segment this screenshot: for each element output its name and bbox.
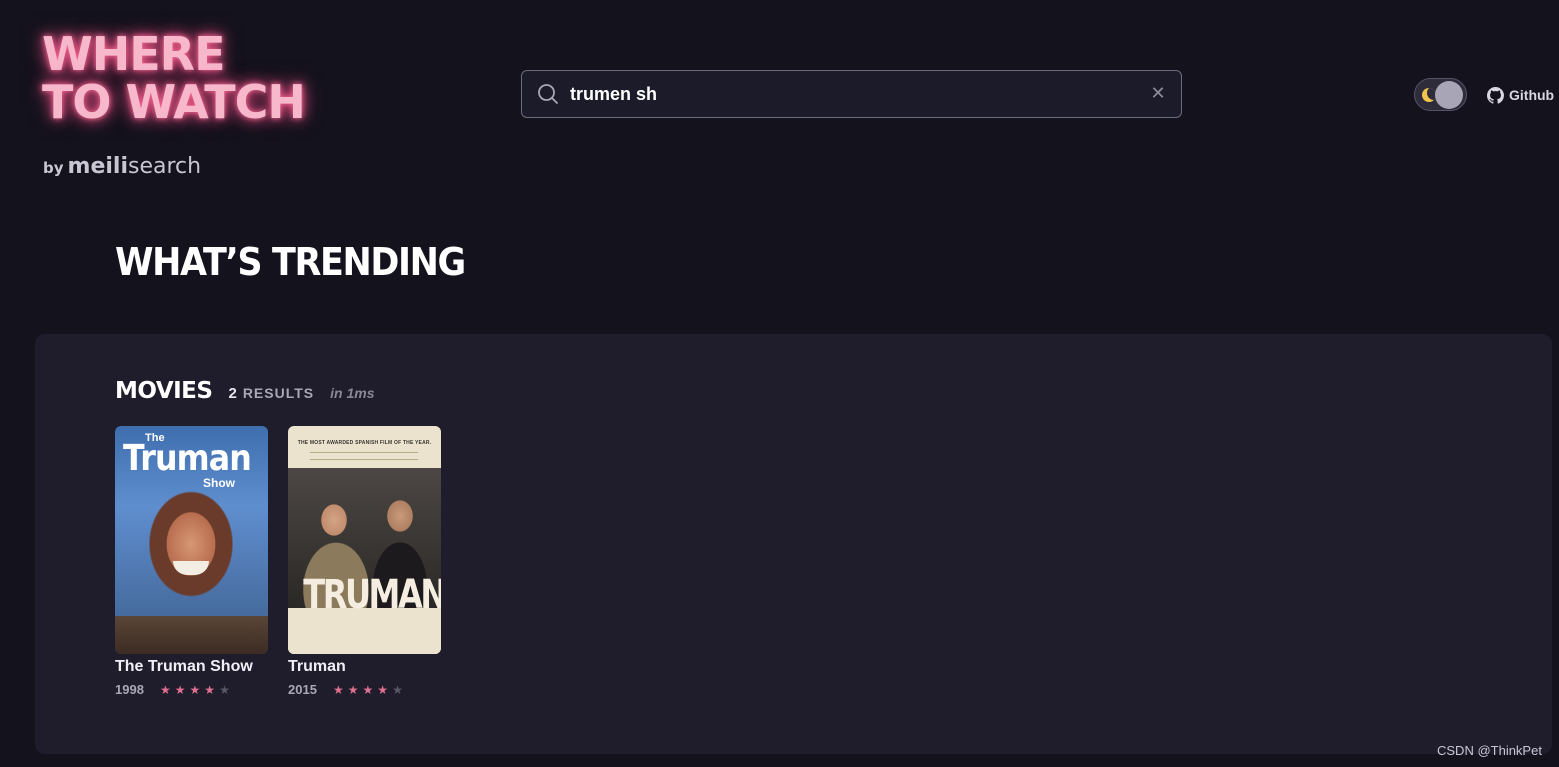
star-icon: ★: [377, 682, 389, 697]
star-icon: ★: [160, 682, 171, 697]
page-title: WHAT’S TRENDING: [115, 240, 466, 284]
search-box[interactable]: ✕: [521, 70, 1182, 118]
poster-detail: [310, 452, 418, 460]
poster-text-sub: Show: [203, 476, 235, 490]
logo-line-1: WHERE: [42, 27, 226, 81]
github-label: Github: [1509, 87, 1555, 103]
github-icon: [1487, 86, 1504, 104]
movie-list: The Truman Show The Truman Show 1998 ★ ★ ★…: [115, 426, 441, 697]
byline-brand-light: search: [127, 154, 202, 179]
moon-icon: [1422, 88, 1436, 102]
star-icon: ★: [347, 682, 359, 697]
movie-poster[interactable]: The Truman Show: [115, 426, 268, 654]
movie-year: 2015: [288, 682, 317, 697]
star-icon: ★: [189, 682, 201, 697]
byline-by: by: [43, 159, 64, 177]
results-label: RESULTS: [242, 385, 315, 401]
rating-stars: ★ ★ ★ ★ ★: [160, 684, 230, 696]
rating-stars: ★ ★ ★ ★ ★: [333, 684, 403, 696]
poster-text-main: TRUMAN: [303, 572, 441, 618]
search-input[interactable]: [570, 71, 1130, 117]
result-count: 2: [228, 385, 237, 402]
byline: by meilisearch: [43, 154, 201, 179]
logo-line-2: TO WATCH: [42, 75, 306, 129]
star-icon: ★: [333, 682, 344, 697]
star-icon: ★: [362, 682, 374, 697]
section-header: MOVIES 2 RESULTS in 1ms: [115, 378, 374, 404]
movie-poster[interactable]: THE MOST AWARDED SPANISH FILM OF THE YEA…: [288, 426, 441, 654]
toggle-knob: [1435, 81, 1463, 109]
poster-detail: [288, 616, 441, 654]
movie-title[interactable]: Truman: [288, 658, 441, 676]
search-icon: [538, 84, 558, 104]
star-icon: ★: [392, 682, 403, 697]
star-icon: ★: [174, 682, 186, 697]
github-link[interactable]: Github: [1487, 85, 1554, 105]
poster-detail: [173, 561, 209, 575]
watermark: CSDN @ThinkPet: [1437, 743, 1542, 758]
poster-tagline: THE MOST AWARDED SPANISH FILM OF THE YEA…: [297, 440, 432, 446]
search-timing: in 1ms: [330, 385, 375, 401]
movie-title[interactable]: The Truman Show: [115, 658, 268, 676]
movie-year: 1998: [115, 682, 144, 697]
clear-search-icon[interactable]: ✕: [1149, 84, 1167, 102]
results-panel: MOVIES 2 RESULTS in 1ms The Truman Show …: [35, 334, 1552, 754]
movie-meta: 1998 ★ ★ ★ ★ ★: [115, 682, 268, 697]
star-icon: ★: [219, 682, 230, 697]
logo[interactable]: WHERE TO WATCH: [42, 27, 306, 129]
movie-card[interactable]: The Truman Show The Truman Show 1998 ★ ★ ★…: [115, 426, 268, 697]
theme-toggle[interactable]: [1414, 78, 1467, 111]
star-icon: ★: [204, 682, 216, 697]
movie-card[interactable]: THE MOST AWARDED SPANISH FILM OF THE YEA…: [288, 426, 441, 697]
poster-text-main: Truman: [123, 438, 252, 479]
poster-detail: [115, 616, 268, 654]
movie-meta: 2015 ★ ★ ★ ★ ★: [288, 682, 441, 697]
section-title: MOVIES: [115, 378, 213, 404]
byline-brand-bold: meili: [67, 154, 128, 179]
